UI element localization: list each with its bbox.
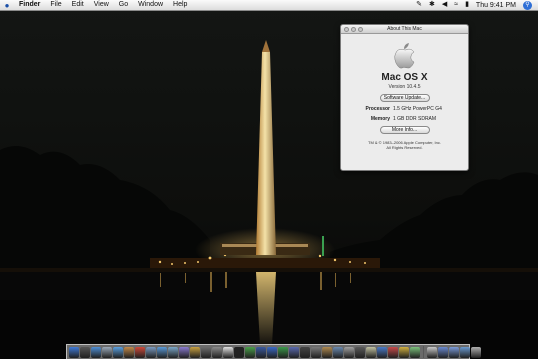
apple-menu-icon[interactable]: ●	[0, 1, 14, 10]
apple-logo-icon	[393, 43, 414, 69]
iphoto-icon[interactable]	[168, 346, 178, 358]
network-utility-icon[interactable]	[333, 346, 343, 358]
app-icon[interactable]	[388, 346, 398, 358]
app-icon[interactable]	[399, 346, 409, 358]
more-info-button[interactable]: More Info...	[379, 126, 430, 134]
os-version: Version 10.4.5	[388, 84, 421, 90]
address-book-icon[interactable]	[124, 346, 134, 358]
bluetooth-icon[interactable]: ✱	[429, 0, 435, 10]
menu-edit[interactable]: Edit	[67, 0, 89, 10]
minimized-window-icon[interactable]	[438, 346, 448, 358]
volume-icon[interactable]: ◀	[442, 0, 447, 10]
documents-folder-icon[interactable]	[449, 346, 459, 358]
ichat-icon[interactable]	[113, 346, 123, 358]
garageband-icon[interactable]	[190, 346, 200, 358]
system-preferences-icon[interactable]	[212, 346, 222, 358]
menu-view[interactable]: View	[89, 0, 114, 10]
copyright-text: TM & © 1983–2006 Apple Computer, Inc. Al…	[341, 140, 468, 150]
os-name: Mac OS X	[381, 72, 428, 83]
sherlock-icon[interactable]	[322, 346, 332, 358]
photoshop-icon[interactable]	[256, 346, 266, 358]
dashboard-icon[interactable]	[80, 346, 90, 358]
calculator-icon[interactable]	[311, 346, 321, 358]
terminal-icon[interactable]	[234, 346, 244, 358]
dock-separator	[423, 346, 424, 358]
copyright-line: All Rights Reserved.	[386, 145, 423, 150]
textedit-icon[interactable]	[223, 346, 233, 358]
desktop: ● Finder File Edit View Go Window Help ✎…	[0, 0, 538, 359]
script-icon[interactable]: ✎	[416, 0, 422, 10]
excel-icon[interactable]	[278, 346, 288, 358]
dock	[66, 344, 481, 359]
menu-extras: ✎ ✱ ◀ ≈ ▮ Thu 9:41 PM ⚲	[416, 0, 538, 10]
trash-icon[interactable]	[471, 346, 481, 358]
menu-go[interactable]: Go	[114, 0, 133, 10]
preview-icon[interactable]	[146, 346, 156, 358]
software-update-button[interactable]: Software Update...	[379, 94, 430, 102]
dvd-player-icon[interactable]	[300, 346, 310, 358]
memory-value: 1 GB DDR SDRAM	[393, 116, 437, 122]
menu-finder[interactable]: Finder	[14, 0, 45, 10]
menu-window[interactable]: Window	[133, 0, 168, 10]
menu-clock[interactable]: Thu 9:41 PM	[476, 2, 516, 9]
memory-label: Memory	[370, 116, 390, 122]
imovie-icon[interactable]	[179, 346, 189, 358]
downloads-folder-icon[interactable]	[460, 346, 470, 358]
word-icon[interactable]	[267, 346, 277, 358]
safari-icon[interactable]	[91, 346, 101, 358]
window-title: About This Mac	[387, 26, 422, 32]
idvd-icon[interactable]	[201, 346, 211, 358]
ical-icon[interactable]	[135, 346, 145, 358]
app-icon[interactable]	[377, 346, 387, 358]
font-book-icon[interactable]	[366, 346, 376, 358]
app-icon[interactable]	[410, 346, 420, 358]
menu-file[interactable]: File	[45, 0, 66, 10]
minimized-window-icon[interactable]	[427, 346, 437, 358]
spotlight-icon[interactable]: ⚲	[523, 0, 532, 10]
activity-monitor-icon[interactable]	[245, 346, 255, 358]
disk-utility-icon[interactable]	[344, 346, 354, 358]
about-this-mac-window: About This Mac Mac OS X Version 10.4.5 S…	[340, 24, 469, 171]
mail-icon[interactable]	[102, 346, 112, 358]
processor-row: Processor 1.5 GHz PowerPC G4	[341, 106, 468, 112]
finder-icon[interactable]	[69, 346, 79, 358]
battery-icon[interactable]: ▮	[465, 0, 469, 10]
menu-help[interactable]: Help	[168, 0, 192, 10]
console-icon[interactable]	[355, 346, 365, 358]
processor-value: 1.5 GHz PowerPC G4	[393, 106, 442, 112]
window-title-bar[interactable]: About This Mac	[341, 25, 468, 34]
memory-row: Memory 1 GB DDR SDRAM	[341, 116, 468, 122]
wifi-icon[interactable]: ≈	[454, 0, 458, 10]
processor-label: Processor	[365, 106, 390, 112]
quicktime-icon[interactable]	[289, 346, 299, 358]
menu-bar: ● Finder File Edit View Go Window Help ✎…	[0, 0, 538, 11]
itunes-icon[interactable]	[157, 346, 167, 358]
